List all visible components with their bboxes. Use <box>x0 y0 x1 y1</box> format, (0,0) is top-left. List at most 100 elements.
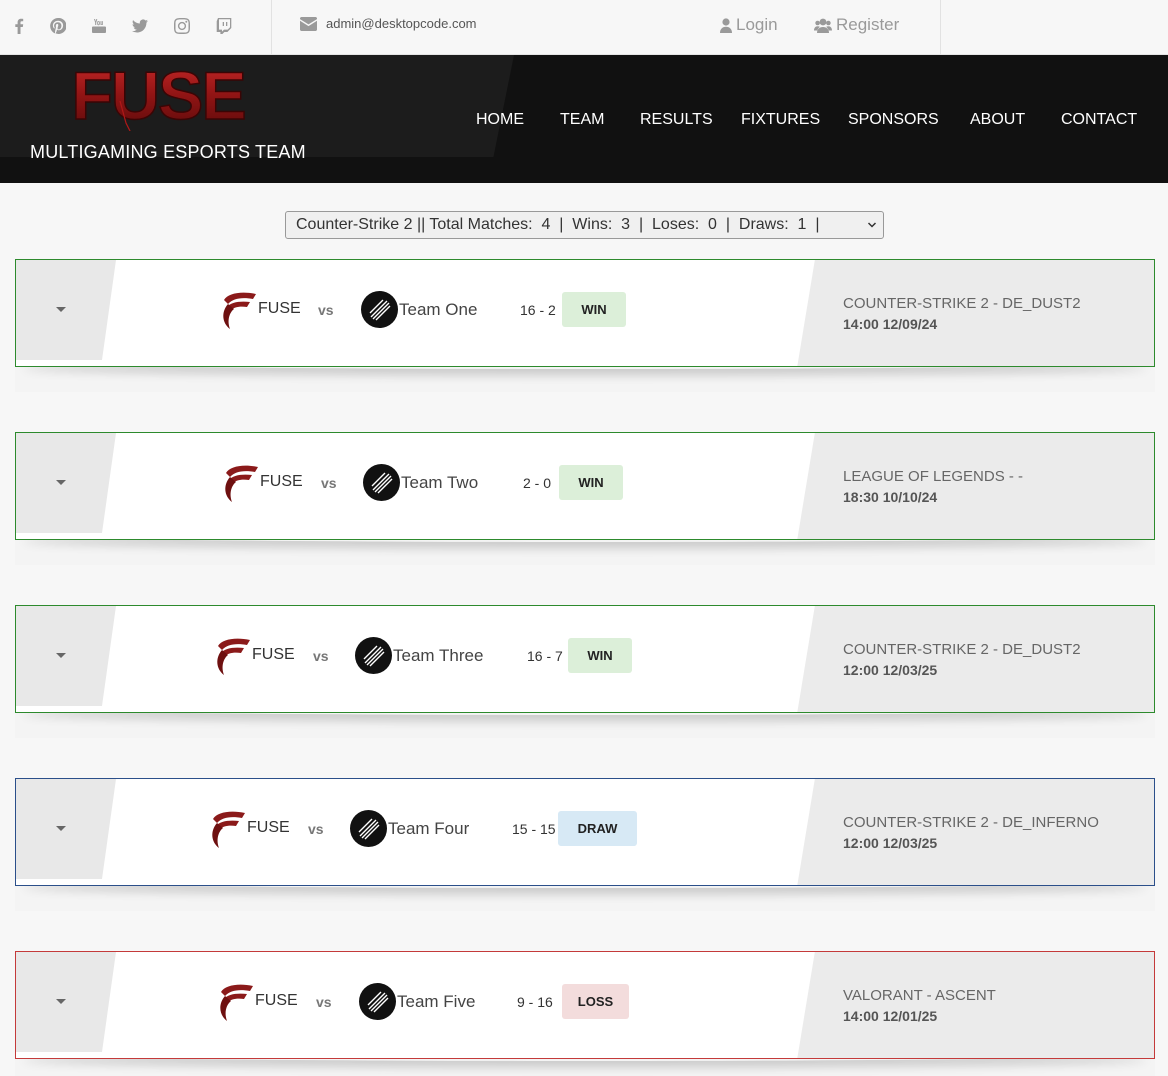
register-label: Register <box>836 15 900 34</box>
game-stats-selected: Counter-Strike 2 || Total Matches: 4 | W… <box>296 216 820 233</box>
nav-home[interactable]: HOME <box>476 111 524 129</box>
expand-toggle[interactable] <box>16 952 116 1052</box>
match-score: 16 - 7 <box>527 648 563 664</box>
top-bar: admin@desktopcode.com Login Register <box>0 0 1168 55</box>
match-score: 16 - 2 <box>520 302 556 318</box>
match-datetime: 12:00 12/03/25 <box>843 662 938 678</box>
match-row[interactable]: FUSE vs Team Two 2 - 0 WIN LEAGUE OF LEG… <box>15 432 1155 540</box>
youtube-icon[interactable] <box>89 16 109 36</box>
vs-label: vs <box>318 302 334 318</box>
opponent-logo-icon <box>361 291 398 328</box>
home-team-name: FUSE <box>247 819 290 836</box>
nav-about[interactable]: ABOUT <box>970 111 1025 129</box>
nav-fixtures[interactable]: FIXTURES <box>741 111 820 129</box>
email-text: admin@desktopcode.com <box>326 16 477 31</box>
envelope-icon <box>300 16 317 31</box>
match-score: 9 - 16 <box>517 994 553 1010</box>
topbar-divider <box>940 0 941 55</box>
site-header: FUSE MULTIGAMING ESPORTS TEAM HOME TEAM … <box>0 55 1168 183</box>
tagline: MULTIGAMING ESPORTS TEAM <box>30 142 306 162</box>
match-competition: COUNTER-STRIKE 2 - DE_INFERNO <box>843 814 1099 831</box>
instagram-icon[interactable] <box>172 16 192 36</box>
home-team-name: FUSE <box>260 473 303 490</box>
logo-text: FUSE <box>71 61 244 131</box>
away-team-name: Team Three <box>393 646 484 665</box>
opponent-logo-icon <box>350 810 387 847</box>
chevron-down-icon <box>867 222 877 228</box>
user-icon <box>720 17 732 33</box>
login-label: Login <box>736 15 778 34</box>
vs-label: vs <box>321 475 337 491</box>
users-icon <box>814 18 832 33</box>
away-team-name: Team Four <box>388 819 470 838</box>
vs-label: vs <box>313 648 329 664</box>
expand-toggle[interactable] <box>16 260 116 360</box>
vs-label: vs <box>308 821 324 837</box>
home-team-name: FUSE <box>258 300 301 317</box>
game-stats-select[interactable]: Counter-Strike 2 || Total Matches: 4 | W… <box>285 211 884 239</box>
contact-email[interactable]: admin@desktopcode.com <box>300 16 477 31</box>
facebook-icon[interactable] <box>9 16 29 36</box>
caret-down-icon <box>56 826 66 831</box>
result-badge: DRAW <box>558 811 637 846</box>
match-competition: COUNTER-STRIKE 2 - DE_DUST2 <box>843 641 1081 658</box>
match-card: FUSE vs Team Three 16 - 7 WIN COUNTER-ST… <box>15 605 1155 738</box>
caret-down-icon <box>56 653 66 658</box>
match-datetime: 12:00 12/03/25 <box>843 835 938 851</box>
home-team-name: FUSE <box>252 646 295 663</box>
fuse-team-logo-icon <box>217 638 250 675</box>
match-competition: VALORANT - ASCENT <box>843 987 996 1004</box>
expand-toggle[interactable] <box>16 779 116 879</box>
caret-down-icon <box>56 307 66 312</box>
match-competition: LEAGUE OF LEGENDS - - <box>843 468 1024 485</box>
opponent-logo-icon <box>363 464 400 501</box>
match-datetime: 18:30 10/10/24 <box>843 489 938 505</box>
match-row[interactable]: FUSE vs Team Five 9 - 16 LOSS VALORANT -… <box>15 951 1155 1059</box>
twitch-icon[interactable] <box>214 16 234 36</box>
expand-toggle[interactable] <box>16 433 116 533</box>
match-row[interactable]: FUSE vs Team One 16 - 2 WIN COUNTER-STRI… <box>15 259 1155 367</box>
fuse-team-logo-icon <box>225 465 258 502</box>
opponent-logo-icon <box>359 983 396 1020</box>
match-info-panel <box>797 779 1154 885</box>
home-team-name: FUSE <box>255 992 298 1009</box>
result-badge: WIN <box>568 638 632 673</box>
caret-down-icon <box>56 999 66 1004</box>
match-score: 15 - 15 <box>512 821 556 837</box>
fuse-team-logo-icon <box>220 984 253 1021</box>
match-card: FUSE vs Team One 16 - 2 WIN COUNTER-STRI… <box>15 259 1155 392</box>
nav-team[interactable]: TEAM <box>560 111 604 129</box>
match-card: FUSE vs Team Two 2 - 0 WIN LEAGUE OF LEG… <box>15 432 1155 565</box>
match-row[interactable]: FUSE vs Team Four 15 - 15 DRAW COUNTER-S… <box>15 778 1155 886</box>
expand-toggle[interactable] <box>16 606 116 706</box>
login-link[interactable]: Login <box>720 15 778 35</box>
result-badge: WIN <box>559 465 623 500</box>
nav-results[interactable]: RESULTS <box>640 111 713 129</box>
match-info-panel <box>797 606 1154 712</box>
result-badge: LOSS <box>562 984 629 1019</box>
nav-contact[interactable]: CONTACT <box>1061 111 1137 129</box>
caret-down-icon <box>56 480 66 485</box>
match-row[interactable]: FUSE vs Team Three 16 - 7 WIN COUNTER-ST… <box>15 605 1155 713</box>
result-badge: WIN <box>562 292 626 327</box>
match-info-panel <box>797 952 1154 1058</box>
match-info-panel <box>797 260 1154 366</box>
match-score: 2 - 0 <box>523 475 552 491</box>
register-link[interactable]: Register <box>814 15 899 35</box>
match-info-panel <box>797 433 1154 539</box>
fuse-logo[interactable]: FUSE <box>58 57 258 136</box>
match-datetime: 14:00 12/01/25 <box>843 1008 938 1024</box>
fuse-team-logo-icon <box>212 811 245 848</box>
away-team-name: Team Two <box>401 473 479 492</box>
match-card: FUSE vs Team Five 9 - 16 LOSS VALORANT -… <box>15 951 1155 1076</box>
opponent-logo-icon <box>355 637 392 674</box>
match-competition: COUNTER-STRIKE 2 - DE_DUST2 <box>843 295 1081 312</box>
twitter-icon[interactable] <box>130 16 150 36</box>
away-team-name: Team One <box>399 300 478 319</box>
match-card: FUSE vs Team Four 15 - 15 DRAW COUNTER-S… <box>15 778 1155 911</box>
social-links <box>0 0 272 55</box>
vs-label: vs <box>316 994 332 1010</box>
pinterest-icon[interactable] <box>48 16 68 36</box>
nav-sponsors[interactable]: SPONSORS <box>848 111 939 129</box>
away-team-name: Team Five <box>397 992 476 1011</box>
